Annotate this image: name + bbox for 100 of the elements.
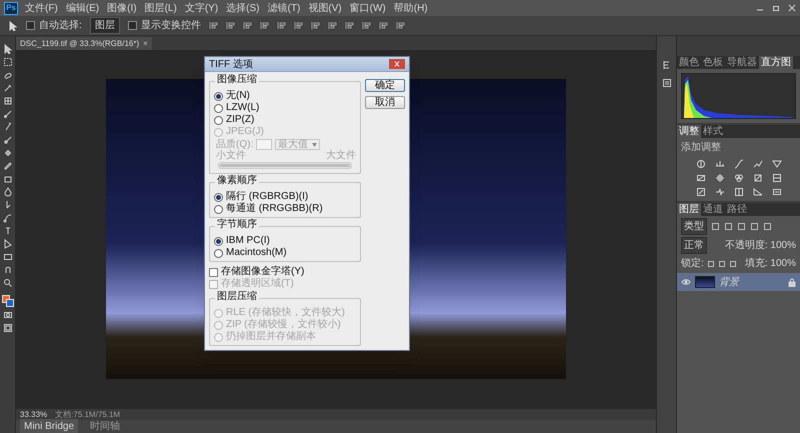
align-icon[interactable] bbox=[276, 21, 286, 30]
align-icon[interactable] bbox=[344, 21, 354, 30]
panel-tab[interactable]: 时间轴 bbox=[86, 419, 124, 433]
app-logo: Ps bbox=[4, 2, 18, 14]
history-icon[interactable] bbox=[662, 60, 672, 70]
adjustment-icon[interactable] bbox=[714, 159, 724, 169]
group-legend: 像素顺序 bbox=[215, 176, 259, 186]
filter-dropdown[interactable]: 类型 bbox=[681, 218, 707, 235]
layer-row[interactable]: 背景 bbox=[677, 273, 800, 291]
layer-thumbnail bbox=[695, 276, 715, 288]
option-label: 存储图像金字塔(Y) bbox=[221, 267, 304, 277]
dialog-button[interactable]: 确定 bbox=[365, 79, 405, 92]
radio-button[interactable] bbox=[214, 248, 223, 258]
dialog-button[interactable]: 取消 bbox=[365, 96, 405, 109]
option-label: 显示变换控件 bbox=[140, 18, 201, 33]
panel-heading: 添加调整 bbox=[680, 140, 722, 155]
caret-icon bbox=[312, 142, 318, 146]
option-label: RLE (存储较快，文件较大) bbox=[226, 308, 345, 318]
adjustment-icon[interactable] bbox=[734, 187, 744, 197]
adjustment-icon[interactable] bbox=[752, 173, 762, 183]
align-icon[interactable] bbox=[310, 21, 320, 30]
align-icon[interactable] bbox=[294, 21, 303, 30]
menu-item[interactable]: 文字(Y) bbox=[184, 0, 220, 16]
radio-button[interactable] bbox=[214, 192, 223, 202]
tool-icon[interactable] bbox=[2, 135, 12, 145]
group-legend: 图像压缩 bbox=[215, 75, 259, 85]
radio-button[interactable] bbox=[214, 104, 223, 112]
panel-tab[interactable]: 样式 bbox=[701, 125, 725, 138]
move-tool-icon[interactable] bbox=[8, 20, 18, 30]
adjustment-icon[interactable] bbox=[696, 159, 706, 169]
panel-tab[interactable]: 通道 bbox=[701, 203, 725, 216]
restore-icon[interactable] bbox=[772, 4, 780, 12]
menu-item[interactable]: 文件(F) bbox=[24, 0, 59, 16]
group-legend: 字节顺序 bbox=[215, 220, 259, 230]
tool-icon[interactable] bbox=[2, 83, 12, 93]
menu-item[interactable]: 图像(I) bbox=[106, 0, 138, 16]
align-icon[interactable] bbox=[242, 21, 252, 30]
quick-mask-icon[interactable] bbox=[2, 310, 12, 320]
panel-tab[interactable]: 颜色 bbox=[677, 56, 701, 69]
close-tab-button[interactable]: × bbox=[143, 38, 148, 50]
panel-tab[interactable]: 路径 bbox=[725, 203, 749, 216]
color-swatches[interactable] bbox=[2, 295, 14, 307]
align-icon[interactable] bbox=[362, 21, 371, 30]
document-tab[interactable]: DSC_1199.tif @ 33.3%(RGB/16*) × bbox=[16, 37, 152, 50]
adjustment-icon[interactable] bbox=[772, 173, 782, 183]
option-label: JPEG(J) bbox=[226, 127, 264, 137]
fill-control[interactable]: 填充: 100% bbox=[744, 256, 796, 271]
tool-icon[interactable] bbox=[2, 96, 12, 106]
option-label: LZW(L) bbox=[226, 103, 260, 113]
screen-mode-icon[interactable] bbox=[2, 323, 12, 333]
panel-tab[interactable]: 直方图 bbox=[759, 56, 793, 69]
menu-item[interactable]: 图层(L) bbox=[144, 0, 178, 16]
panel-tab[interactable]: 图层 bbox=[677, 203, 701, 216]
menu-item[interactable]: 帮助(H) bbox=[392, 0, 429, 16]
eye-icon[interactable] bbox=[681, 278, 691, 286]
tool-icon[interactable] bbox=[2, 278, 12, 288]
menu-item[interactable]: 编辑(E) bbox=[64, 0, 100, 16]
align-icon[interactable] bbox=[208, 21, 218, 30]
align-icon[interactable] bbox=[396, 21, 405, 30]
panel-tab[interactable]: 导航器 bbox=[725, 56, 759, 69]
opacity-control[interactable]: 不透明度: 100% bbox=[724, 238, 796, 253]
align-icon[interactable] bbox=[260, 21, 269, 30]
panel-tab[interactable]: 调整 bbox=[677, 125, 701, 138]
target-dropdown[interactable]: 图层 bbox=[90, 17, 120, 34]
align-icon[interactable] bbox=[226, 21, 235, 30]
adjustment-icon[interactable] bbox=[772, 187, 782, 197]
tool-icon[interactable] bbox=[2, 122, 12, 132]
layer-name[interactable]: 背景 bbox=[719, 274, 739, 290]
menu-item[interactable]: 视图(V) bbox=[307, 0, 343, 16]
radio-button[interactable] bbox=[214, 116, 223, 124]
option-label: 无(N) bbox=[226, 91, 250, 101]
radio-button[interactable] bbox=[214, 236, 223, 246]
tool-icon[interactable] bbox=[2, 109, 12, 119]
adjustment-icon[interactable] bbox=[696, 187, 706, 197]
checkbox[interactable] bbox=[128, 21, 137, 30]
tool-icon[interactable] bbox=[2, 213, 12, 223]
align-icon[interactable] bbox=[378, 21, 388, 30]
menu-item[interactable]: 窗口(W) bbox=[348, 0, 387, 16]
close-icon[interactable] bbox=[389, 59, 405, 69]
option-label: 隔行 (RGBRGB)(I) bbox=[226, 192, 308, 202]
radio-button[interactable] bbox=[214, 204, 223, 214]
properties-icon[interactable] bbox=[662, 78, 672, 88]
checkbox[interactable] bbox=[26, 21, 35, 30]
option-label: Macintosh(M) bbox=[226, 248, 287, 258]
menu-item[interactable]: 选择(S) bbox=[225, 0, 260, 16]
option-label: 扔掉图层并存储副本 bbox=[226, 332, 316, 342]
adjustment-icon[interactable] bbox=[696, 173, 706, 183]
quality-label: 品质(Q): bbox=[216, 140, 254, 150]
adjustment-icon[interactable] bbox=[714, 173, 724, 183]
panel-tab[interactable]: Mini Bridge bbox=[20, 419, 78, 433]
zoom-level: 33.33% bbox=[20, 408, 48, 420]
panel-tab[interactable]: 色板 bbox=[701, 56, 725, 69]
radio-button[interactable] bbox=[214, 92, 223, 100]
adjustment-icon[interactable] bbox=[752, 187, 762, 197]
close-icon[interactable] bbox=[788, 4, 796, 12]
blend-mode-dropdown[interactable]: 正常 bbox=[681, 237, 707, 254]
menu-item[interactable]: 滤镜(T) bbox=[266, 0, 302, 16]
checkbox[interactable] bbox=[209, 268, 218, 276]
align-icon[interactable] bbox=[328, 21, 337, 30]
tool-icon[interactable] bbox=[2, 148, 12, 158]
